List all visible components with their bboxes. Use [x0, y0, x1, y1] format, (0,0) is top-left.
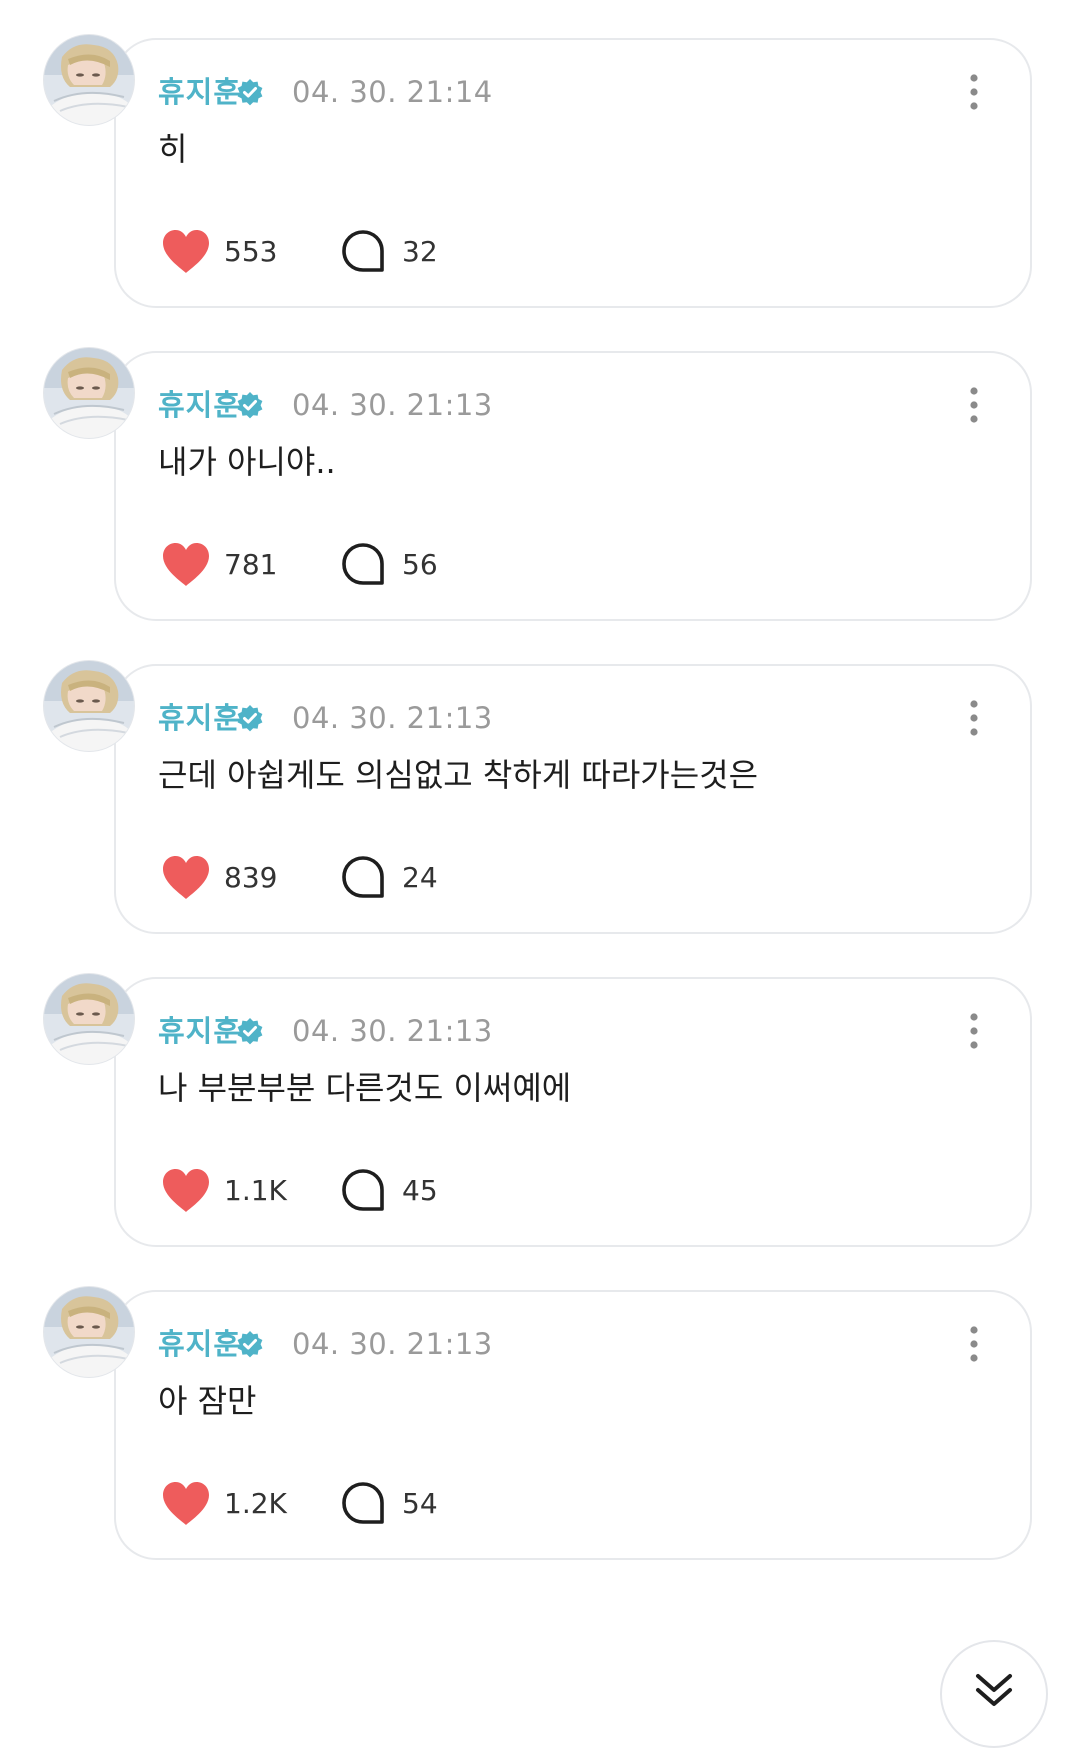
verified-badge-icon — [235, 391, 265, 421]
avatar-image — [44, 35, 134, 125]
comment-bubble-icon — [340, 854, 386, 900]
author-name[interactable]: 휴지훈 — [158, 1011, 241, 1051]
more-vertical-icon[interactable] — [960, 1324, 988, 1364]
like-count: 781 — [224, 547, 278, 581]
comment-count: 54 — [402, 1486, 438, 1520]
comment-count: 32 — [402, 234, 438, 268]
post-timestamp: 04. 30. 21:14 — [292, 75, 493, 109]
like-count: 1.2K — [224, 1486, 287, 1520]
like-count: 553 — [224, 234, 278, 268]
verified-badge-icon — [235, 1017, 265, 1047]
author-name[interactable]: 휴지훈 — [158, 698, 241, 738]
comment-button[interactable]: 32 — [340, 225, 438, 277]
like-button[interactable]: 553 — [160, 225, 277, 277]
avatar-image — [44, 348, 134, 438]
double-chevron-down-icon — [976, 1674, 1012, 1706]
comment-bubble-icon — [340, 541, 386, 587]
author-avatar[interactable] — [44, 35, 134, 125]
post-item: 휴지훈 04. 30. 21:13 내가 아니야.. 781 56 — [0, 313, 1080, 621]
author-avatar[interactable] — [44, 974, 134, 1064]
scroll-down-button[interactable] — [940, 1640, 1048, 1748]
avatar-image — [44, 974, 134, 1064]
post-text: 근데 아쉽게도 의심없고 착하게 따라가는것은 — [158, 756, 759, 794]
more-vertical-icon[interactable] — [960, 72, 988, 112]
verified-badge-icon — [235, 1330, 265, 1360]
post-text: 나 부분부분 다른것도 이써예에 — [158, 1069, 572, 1107]
like-count: 839 — [224, 860, 278, 894]
post-timestamp: 04. 30. 21:13 — [292, 1327, 493, 1361]
post-text: 아 잠만 — [158, 1382, 257, 1420]
like-button[interactable]: 839 — [160, 851, 277, 903]
author-name[interactable]: 휴지훈 — [158, 1324, 241, 1364]
comment-bubble-icon — [340, 1167, 386, 1213]
heart-icon — [160, 540, 212, 588]
comment-button[interactable]: 54 — [340, 1477, 438, 1529]
comment-bubble-icon — [340, 1480, 386, 1526]
post-text: 내가 아니야.. — [158, 443, 336, 481]
post-text: 히 — [158, 130, 188, 168]
comment-button[interactable]: 45 — [340, 1164, 438, 1216]
heart-icon — [160, 1479, 212, 1527]
comment-count: 45 — [402, 1173, 438, 1207]
author-name[interactable]: 휴지훈 — [158, 385, 241, 425]
post-timestamp: 04. 30. 21:13 — [292, 388, 493, 422]
heart-icon — [160, 1166, 212, 1214]
comment-button[interactable]: 24 — [340, 851, 438, 903]
author-avatar[interactable] — [44, 348, 134, 438]
more-vertical-icon[interactable] — [960, 385, 988, 425]
author-name[interactable]: 휴지훈 — [158, 72, 241, 112]
comment-bubble-icon — [340, 228, 386, 274]
more-vertical-icon[interactable] — [960, 1011, 988, 1051]
heart-icon — [160, 227, 212, 275]
comment-count: 56 — [402, 547, 438, 581]
avatar-image — [44, 661, 134, 751]
like-button[interactable]: 781 — [160, 538, 277, 590]
verified-badge-icon — [235, 78, 265, 108]
comment-button[interactable]: 56 — [340, 538, 438, 590]
more-vertical-icon[interactable] — [960, 698, 988, 738]
post-item: 휴지훈 04. 30. 21:13 나 부분부분 다른것도 이써예에 1.1K … — [0, 939, 1080, 1247]
post-item: 휴지훈 04. 30. 21:13 아 잠만 1.2K 54 — [0, 1252, 1080, 1560]
post-item: 휴지훈 04. 30. 21:14 히 553 32 — [0, 0, 1080, 308]
author-avatar[interactable] — [44, 661, 134, 751]
post-timestamp: 04. 30. 21:13 — [292, 1014, 493, 1048]
comment-count: 24 — [402, 860, 438, 894]
post-item: 휴지훈 04. 30. 21:13 근데 아쉽게도 의심없고 착하게 따라가는것… — [0, 626, 1080, 934]
like-count: 1.1K — [224, 1173, 287, 1207]
verified-badge-icon — [235, 704, 265, 734]
heart-icon — [160, 853, 212, 901]
avatar-image — [44, 1287, 134, 1377]
like-button[interactable]: 1.2K — [160, 1477, 287, 1529]
author-avatar[interactable] — [44, 1287, 134, 1377]
like-button[interactable]: 1.1K — [160, 1164, 287, 1216]
post-timestamp: 04. 30. 21:13 — [292, 701, 493, 735]
